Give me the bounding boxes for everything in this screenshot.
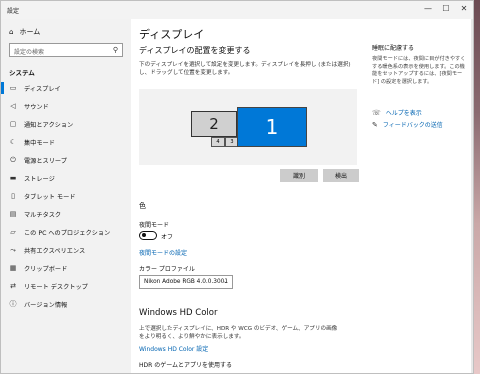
hdr-label: HDR のゲームとアプリを使用する bbox=[139, 362, 233, 369]
sidebar-item-label: 集中モード bbox=[24, 139, 55, 147]
night-mode-state: オフ bbox=[161, 234, 174, 241]
home-icon: ⌂ bbox=[9, 28, 14, 36]
window-title: 設定 bbox=[7, 8, 20, 15]
search-placeholder: 設定の検索 bbox=[14, 49, 45, 56]
related-text: 夜間モードには、夜間に目が付きやすくする暖色系の表示を使用します。この機能をセッ… bbox=[372, 56, 466, 85]
sidebar-item-shared[interactable]: ⤳ 共有エクスペリエンス bbox=[1, 241, 131, 259]
night-mode-settings-link[interactable]: 夜間モードの設定 bbox=[139, 248, 187, 257]
sidebar-item-label: ストレージ bbox=[24, 175, 55, 183]
hd-color-heading: Windows HD Color bbox=[139, 308, 218, 318]
identify-button[interactable]: 識別 bbox=[280, 169, 318, 182]
sidebar-item-label: 電源とスリープ bbox=[24, 157, 67, 165]
hd-color-settings-link[interactable]: Windows HD Color 設定 bbox=[139, 344, 208, 353]
moon-icon: ☾ bbox=[9, 138, 17, 146]
nav-home-label: ホーム bbox=[19, 28, 41, 36]
sidebar-item-label: ディスプレイ bbox=[24, 85, 61, 93]
sidebar-item-label: バージョン情報 bbox=[24, 301, 68, 309]
related-panel: 睡眠に配慮する 夜間モードには、夜間に目が付きやすくする暖色系の表示を使用します… bbox=[372, 43, 468, 86]
sidebar-item-label: この PC へのプロジェクション bbox=[24, 229, 111, 237]
page-title: ディスプレイ bbox=[139, 28, 205, 41]
help-icon: ☏ bbox=[372, 108, 381, 117]
sidebar-item-label: 通知とアクション bbox=[24, 121, 74, 129]
tablet-icon: ▯ bbox=[11, 192, 15, 200]
minimize-button[interactable]: — bbox=[421, 4, 435, 13]
search-icon: ⚲ bbox=[112, 46, 118, 54]
feedback-icon: ✎ bbox=[372, 120, 378, 129]
sidebar-item-label: リモート デスクトップ bbox=[24, 283, 88, 291]
feedback-label: フィードバックの送信 bbox=[382, 122, 443, 129]
related-heading: 睡眠に配慮する bbox=[372, 45, 415, 52]
sidebar-item-tablet[interactable]: ▯ タブレット モード bbox=[1, 187, 131, 205]
scrollbar[interactable] bbox=[471, 19, 473, 373]
settings-window: 設定 — ☐ ✕ ⌂ ホーム 設定の検索 ⚲ システム ▭ ディスプレイ ◁ サウン… bbox=[0, 0, 474, 374]
sidebar-item-notifications[interactable]: ▢ 通知とアクション bbox=[1, 115, 131, 133]
monitor-1[interactable]: 1 bbox=[237, 107, 307, 147]
help-label: ヘルプを表示 bbox=[385, 110, 422, 117]
close-button[interactable]: ✕ bbox=[457, 4, 471, 13]
sidebar-item-projection[interactable]: ▱ この PC へのプロジェクション bbox=[1, 223, 131, 241]
title-bar: 設定 — ☐ ✕ bbox=[1, 1, 473, 19]
chevron-down-icon: ⌄ bbox=[222, 278, 228, 285]
sidebar-item-label: 共有エクスペリエンス bbox=[24, 247, 86, 255]
hd-color-description: 上で選択したディスプレイに、HDR や WCG のビデオ、ゲーム、アプリの画像を… bbox=[139, 326, 338, 340]
speaker-icon: ◁ bbox=[10, 102, 16, 110]
nav-list: ▭ ディスプレイ ◁ サウンド ▢ 通知とアクション ☾ 集中モード ⏻ 電源とスリープ … bbox=[1, 79, 131, 313]
sidebar-item-focus[interactable]: ☾ 集中モード bbox=[1, 133, 131, 151]
clipboard-icon: ▦ bbox=[9, 264, 17, 272]
maximize-button[interactable]: ☐ bbox=[439, 4, 453, 13]
monitor-2[interactable]: 2 bbox=[191, 111, 237, 137]
sidebar-item-about[interactable]: ⓘ バージョン情報 bbox=[1, 295, 131, 313]
color-profile-select[interactable]: Nikon Adobe RGB 4.0.0.3001 ⌄ bbox=[139, 275, 233, 289]
sidebar-item-sound[interactable]: ◁ サウンド bbox=[1, 97, 131, 115]
section-heading: ディスプレイの配置を変更する bbox=[139, 46, 251, 55]
sidebar-item-remote[interactable]: ⇄ リモート デスクトップ bbox=[1, 277, 131, 295]
share-icon: ⤳ bbox=[10, 245, 16, 254]
info-icon: ⓘ bbox=[9, 300, 17, 308]
monitor-4[interactable]: 4 bbox=[211, 137, 225, 147]
sidebar-item-label: タブレット モード bbox=[24, 193, 76, 201]
color-profile-value: Nikon Adobe RGB 4.0.0.3001 bbox=[144, 279, 229, 285]
sidebar: ⌂ ホーム 設定の検索 ⚲ システム ▭ ディスプレイ ◁ サウンド ▢ 通知とアクシ… bbox=[1, 19, 131, 373]
sidebar-item-multitask[interactable]: ▤ マルチタスク bbox=[1, 205, 131, 223]
search-input[interactable]: 設定の検索 ⚲ bbox=[9, 43, 123, 57]
projection-icon: ▱ bbox=[10, 228, 16, 236]
sidebar-item-display[interactable]: ▭ ディスプレイ bbox=[1, 79, 131, 97]
detect-button[interactable]: 検出 bbox=[323, 169, 359, 182]
sidebar-item-clipboard[interactable]: ▦ クリップボード bbox=[1, 259, 131, 277]
sidebar-item-label: マルチタスク bbox=[24, 211, 62, 219]
storage-icon: ▬ bbox=[9, 174, 17, 182]
remote-icon: ⇄ bbox=[10, 282, 16, 290]
night-mode-toggle[interactable] bbox=[139, 231, 157, 240]
display-arrangement: 2 4 3 1 bbox=[139, 89, 357, 165]
nav-home[interactable]: ⌂ ホーム bbox=[9, 27, 40, 37]
main-content: ディスプレイ ディスプレイの配置を変更する 下のディスプレイを選択して設定を変更… bbox=[131, 19, 473, 373]
color-profile-label: カラー プロファイル bbox=[139, 266, 195, 273]
sidebar-item-power[interactable]: ⏻ 電源とスリープ bbox=[1, 151, 131, 169]
night-mode-label: 夜間モード bbox=[139, 222, 170, 229]
power-icon: ⏻ bbox=[10, 155, 16, 164]
toggle-knob bbox=[142, 233, 146, 238]
monitor-icon: ▭ bbox=[9, 84, 17, 92]
sidebar-item-label: サウンド bbox=[24, 103, 49, 111]
feedback-link[interactable]: ✎ フィードバックの送信 bbox=[372, 120, 443, 130]
multitask-icon: ▤ bbox=[9, 210, 17, 218]
help-link[interactable]: ☏ ヘルプを表示 bbox=[372, 108, 422, 118]
section-label: システム bbox=[9, 69, 35, 77]
sidebar-item-storage[interactable]: ▬ ストレージ bbox=[1, 169, 131, 187]
arrange-description: 下のディスプレイを選択して設定を変更します。ディスプレイを長押し (または選択)… bbox=[139, 62, 351, 76]
sidebar-item-label: クリップボード bbox=[24, 265, 68, 273]
notification-icon: ▢ bbox=[9, 120, 17, 128]
color-heading: 色 bbox=[139, 202, 146, 210]
